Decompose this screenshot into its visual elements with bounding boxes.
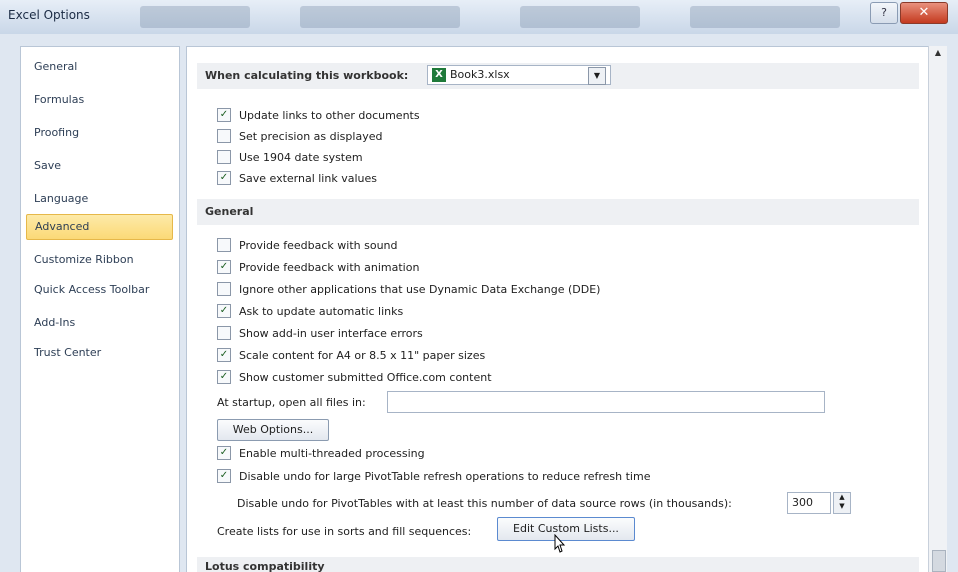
option-label: Show add-in user interface errors (239, 327, 423, 340)
option-scale-content[interactable]: ✓ Scale content for A4 or 8.5 x 11" paper… (217, 347, 485, 365)
option-label: Update links to other documents (239, 109, 420, 122)
option-update-links[interactable]: ✓ Update links to other documents (217, 107, 420, 125)
checkbox[interactable] (217, 282, 231, 296)
sidebar-item-general[interactable]: General (26, 55, 173, 79)
sidebar-item-formulas[interactable]: Formulas (26, 88, 173, 112)
custom-lists-label: Create lists for use in sorts and fill s… (217, 525, 472, 538)
web-options-button[interactable]: Web Options... (217, 419, 329, 441)
options-sidebar: General Formulas Proofing Save Language … (20, 46, 180, 572)
option-label: Show customer submitted Office.com conte… (239, 371, 492, 384)
workbook-select[interactable]: X Book3.xlsx ▼ (427, 65, 611, 85)
scroll-thumb[interactable] (932, 550, 946, 572)
checkbox-checked[interactable]: ✓ (217, 348, 231, 362)
spin-up-icon[interactable]: ▲ (834, 493, 850, 502)
option-label: Use 1904 date system (239, 151, 363, 164)
option-1904-date[interactable]: Use 1904 date system (217, 149, 363, 167)
option-ignore-dde[interactable]: Ignore other applications that use Dynam… (217, 281, 600, 299)
option-disable-undo-pivot[interactable]: ✓ Disable undo for large PivotTable refre… (217, 468, 650, 486)
checkbox-checked[interactable]: ✓ (217, 108, 231, 122)
pivot-rows-label: Disable undo for PivotTables with at lea… (237, 497, 732, 510)
pivot-rows-input[interactable]: 300 (787, 492, 831, 514)
sidebar-item-add-ins[interactable]: Add-Ins (26, 311, 173, 335)
startup-files-input[interactable] (387, 391, 825, 413)
vertical-scrollbar[interactable]: ▲ (928, 46, 947, 572)
checkbox-checked[interactable]: ✓ (217, 446, 231, 460)
checkbox[interactable] (217, 129, 231, 143)
excel-options-window: Excel Options ? ✕ General Formulas Proof… (0, 0, 958, 572)
scroll-up-icon[interactable]: ▲ (929, 46, 947, 60)
option-feedback-sound[interactable]: Provide feedback with sound (217, 237, 398, 255)
advanced-options-panel: When calculating this workbook: X Book3.… (186, 46, 930, 572)
close-icon: ✕ (918, 5, 930, 20)
help-button[interactable]: ? (870, 2, 898, 24)
option-label: Disable undo for large PivotTable refres… (239, 470, 651, 483)
startup-files-label: At startup, open all files in: (217, 396, 366, 409)
option-label: Provide feedback with sound (239, 239, 398, 252)
checkbox-checked[interactable]: ✓ (217, 370, 231, 384)
checkbox-checked[interactable]: ✓ (217, 304, 231, 318)
lotus-section-header: Lotus compatibility (197, 557, 919, 572)
window-title: Excel Options (8, 8, 90, 22)
option-multithreaded[interactable]: ✓ Enable multi-threaded processing (217, 445, 425, 463)
general-section-header: General (197, 199, 919, 225)
option-label: Provide feedback with animation (239, 261, 420, 274)
checkbox-checked[interactable]: ✓ (217, 260, 231, 274)
sidebar-item-advanced[interactable]: Advanced (26, 214, 173, 240)
sidebar-item-quick-access-toolbar[interactable]: Quick Access Toolbar (26, 278, 173, 302)
option-label: Enable multi-threaded processing (239, 447, 425, 460)
option-label: Save external link values (239, 172, 377, 185)
blurred-background (140, 6, 250, 28)
checkbox[interactable] (217, 150, 231, 164)
workbook-select-value: Book3.xlsx (450, 68, 510, 81)
mouse-cursor-icon (554, 534, 566, 553)
option-update-automatic-links[interactable]: ✓ Ask to update automatic links (217, 303, 403, 321)
sidebar-item-proofing[interactable]: Proofing (26, 121, 173, 145)
option-label: Ask to update automatic links (239, 305, 404, 318)
edit-custom-lists-button[interactable]: Edit Custom Lists... (497, 517, 635, 541)
sidebar-item-language[interactable]: Language (26, 187, 173, 211)
option-label: Ignore other applications that use Dynam… (239, 283, 601, 296)
option-feedback-animation[interactable]: ✓ Provide feedback with animation (217, 259, 419, 277)
blurred-background (690, 6, 840, 28)
option-label: Scale content for A4 or 8.5 x 11" paper … (239, 349, 486, 362)
checkbox-checked[interactable]: ✓ (217, 171, 231, 185)
option-set-precision[interactable]: Set precision as displayed (217, 128, 382, 146)
sidebar-item-customize-ribbon[interactable]: Customize Ribbon (26, 248, 173, 272)
checkbox[interactable] (217, 326, 231, 340)
title-bar: Excel Options ? ✕ (0, 0, 958, 34)
close-button[interactable]: ✕ (900, 2, 948, 24)
blurred-background (300, 6, 460, 28)
spin-down-icon[interactable]: ▼ (834, 502, 850, 511)
option-save-external-links[interactable]: ✓ Save external link values (217, 170, 377, 188)
workbook-label: When calculating this workbook: (205, 69, 409, 82)
checkbox[interactable] (217, 238, 231, 252)
option-label: Set precision as displayed (239, 130, 383, 143)
pivot-rows-spinner[interactable]: ▲ ▼ (833, 492, 851, 514)
sidebar-item-trust-center[interactable]: Trust Center (26, 341, 173, 365)
option-office-com-content[interactable]: ✓ Show customer submitted Office.com cont… (217, 369, 492, 387)
sidebar-item-save[interactable]: Save (26, 154, 173, 178)
chevron-down-icon[interactable]: ▼ (588, 67, 606, 85)
checkbox-checked[interactable]: ✓ (217, 469, 231, 483)
blurred-background (520, 6, 640, 28)
help-icon: ? (881, 6, 887, 19)
excel-file-icon: X (432, 68, 446, 82)
option-addin-ui-errors[interactable]: Show add-in user interface errors (217, 325, 423, 343)
